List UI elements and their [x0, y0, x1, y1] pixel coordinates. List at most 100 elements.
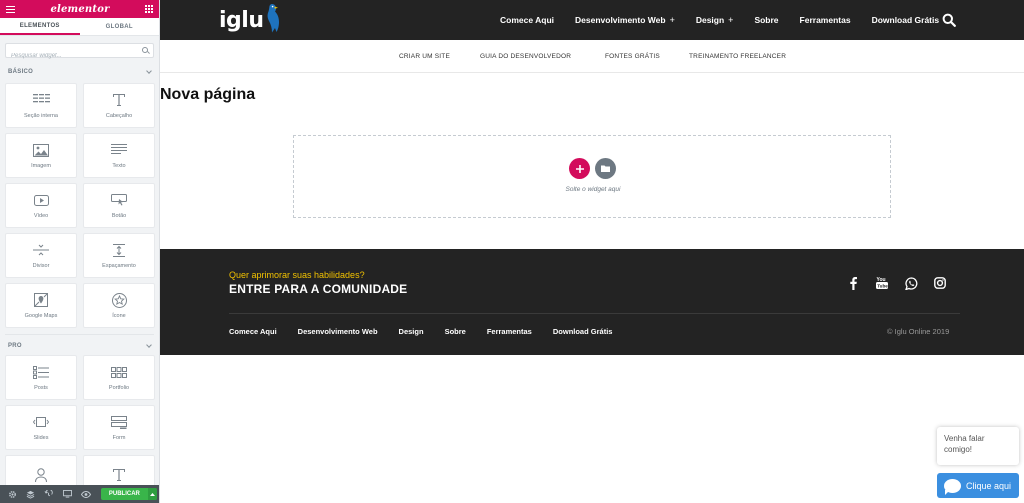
youtube-icon[interactable]: You Tube [875, 276, 889, 290]
panel-footer: PUBLICAR [0, 485, 159, 503]
footer-link-design[interactable]: Design [399, 327, 424, 336]
footer-link-download-gratis[interactable]: Download Grátis [553, 327, 613, 336]
history-icon[interactable] [40, 485, 58, 503]
footer-link-ferramentas[interactable]: Ferramentas [487, 327, 532, 336]
widget-inner-section[interactable]: Seção interna [5, 83, 77, 128]
widget-form[interactable]: Form [83, 405, 155, 450]
settings-icon[interactable] [3, 485, 21, 503]
widget-search-input[interactable] [6, 49, 153, 63]
social-links: You Tube [846, 276, 962, 290]
search-icon [142, 47, 148, 53]
chevron-down-icon [146, 342, 152, 348]
drop-area-hint: Solte o widget aqui [565, 186, 621, 193]
slides-icon [31, 414, 51, 430]
footer-link-comece-aqui[interactable]: Comece Aqui [229, 327, 277, 336]
widget-label: Form [112, 435, 126, 441]
widget-label: Seção interna [24, 113, 58, 119]
svg-text:Tube: Tube [877, 284, 888, 289]
brand-name: iglu [219, 8, 264, 33]
whatsapp-icon[interactable] [904, 276, 918, 290]
chat-button[interactable]: Clique aqui [937, 473, 1019, 498]
footer-tagline: Quer aprimorar suas habilidades? [229, 270, 365, 280]
search-wrap [0, 36, 159, 65]
widget-posts[interactable]: Posts [5, 355, 77, 400]
widget-label: Posts [34, 385, 48, 391]
star-icon [109, 292, 129, 308]
widget-label: Espaçamento [102, 263, 136, 269]
preview-eye-icon[interactable] [77, 485, 95, 503]
category-pro-header[interactable]: PRO [0, 339, 159, 353]
plus-icon: + [728, 15, 734, 25]
chat-bubble-icon [944, 478, 961, 495]
add-template-button[interactable] [595, 158, 616, 179]
widget-slides[interactable]: Slides [5, 405, 77, 450]
main-menu: Comece Aqui Desenvolvimento Web + Design +… [500, 0, 960, 40]
widgets-grid-icon[interactable] [144, 5, 153, 13]
text-editor-icon [109, 142, 129, 158]
person-icon [31, 467, 51, 483]
elementor-logo: elementor [50, 3, 110, 15]
widget-drop-area[interactable]: Solte o widget aqui [293, 135, 891, 218]
widget-search [5, 43, 154, 63]
menu-item-ferramentas[interactable]: Ferramentas [800, 15, 851, 25]
tab-global[interactable]: GLOBAL [80, 18, 160, 35]
site-header: iglu Comece Aqui Desenvolvimento Web + De… [160, 0, 1024, 40]
site-preview: iglu Comece Aqui Desenvolvimento Web + De… [160, 0, 1024, 503]
category-basic-header[interactable]: BÁSICO [0, 65, 159, 79]
widget-button[interactable]: Botão [83, 183, 155, 228]
instagram-icon[interactable] [933, 276, 947, 290]
submenu-criar-um-site[interactable]: CRIAR UM SITE [399, 53, 450, 60]
footer-links: Comece Aqui Desenvolvimento Web Design S… [229, 327, 633, 336]
widget-heading[interactable]: Cabeçalho [83, 83, 155, 128]
menu-item-design[interactable]: Design + [696, 15, 734, 25]
widget-label: Ícone [112, 313, 126, 319]
submenu-fontes-gratis[interactable]: FONTES GRÁTIS [605, 53, 660, 60]
submenu-treinamento-freelancer[interactable]: TREINAMENTO FREELANCER [689, 53, 786, 60]
site-logo[interactable]: iglu [219, 3, 282, 33]
publish-button[interactable]: PUBLICAR [100, 488, 157, 500]
plus-icon: + [669, 15, 675, 25]
menu-item-label: Desenvolvimento Web [575, 15, 666, 25]
inner-section-icon [31, 92, 51, 108]
responsive-desktop-icon[interactable] [58, 485, 76, 503]
tab-elements[interactable]: ELEMENTOS [0, 18, 80, 35]
caret-up-icon[interactable] [147, 488, 157, 500]
spacer-icon [109, 242, 129, 258]
widget-label: Botão [111, 213, 127, 219]
navigator-layers-icon[interactable] [21, 485, 39, 503]
widget-divider[interactable]: Divisor [5, 233, 77, 278]
menu-item-download-gratis[interactable]: Download Grátis [872, 15, 940, 25]
category-divider [5, 334, 154, 335]
menu-item-comece-aqui[interactable]: Comece Aqui [500, 15, 554, 25]
widget-label: Portfolio [108, 385, 130, 391]
facebook-icon[interactable] [846, 276, 860, 290]
elementor-panel: elementor ELEMENTOS GLOBAL BÁSICO [0, 0, 160, 503]
add-section-button[interactable] [569, 158, 590, 179]
widget-image[interactable]: Imagem [5, 133, 77, 178]
footer-link-sobre[interactable]: Sobre [445, 327, 466, 336]
category-basic-title: BÁSICO [8, 69, 34, 75]
footer-heading: ENTRE PARA A COMUNIDADE [229, 282, 408, 296]
widget-label: Divisor [32, 263, 50, 269]
menu-icon[interactable] [6, 5, 15, 13]
heading-icon [109, 467, 129, 483]
widget-text[interactable]: Texto [83, 133, 155, 178]
widget-label: Slides [33, 435, 49, 441]
secondary-menu: CRIAR UM SITE GUIA DO DESENVOLVEDOR FONT… [160, 40, 1024, 73]
menu-item-sobre[interactable]: Sobre [754, 15, 778, 25]
search-icon[interactable] [942, 13, 956, 27]
page-title: Nova página [160, 86, 256, 103]
widget-icon[interactable]: Ícone [83, 283, 155, 328]
video-icon [31, 192, 51, 208]
widget-portfolio[interactable]: Portfolio [83, 355, 155, 400]
pro-widgets-grid: Posts Portfolio Slides Form [0, 353, 159, 503]
widget-video[interactable]: Vídeo [5, 183, 77, 228]
footer-link-desenvolvimento-web[interactable]: Desenvolvimento Web [298, 327, 378, 336]
widget-label: Cabeçalho [105, 113, 133, 119]
widget-label: Vídeo [33, 213, 49, 219]
submenu-guia-do-desenvolvedor[interactable]: GUIA DO DESENVOLVEDOR [480, 53, 571, 60]
widget-google-maps[interactable]: Google Maps [5, 283, 77, 328]
form-icon [109, 414, 129, 430]
menu-item-desenvolvimento-web[interactable]: Desenvolvimento Web + [575, 15, 675, 25]
widget-spacer[interactable]: Espaçamento [83, 233, 155, 278]
